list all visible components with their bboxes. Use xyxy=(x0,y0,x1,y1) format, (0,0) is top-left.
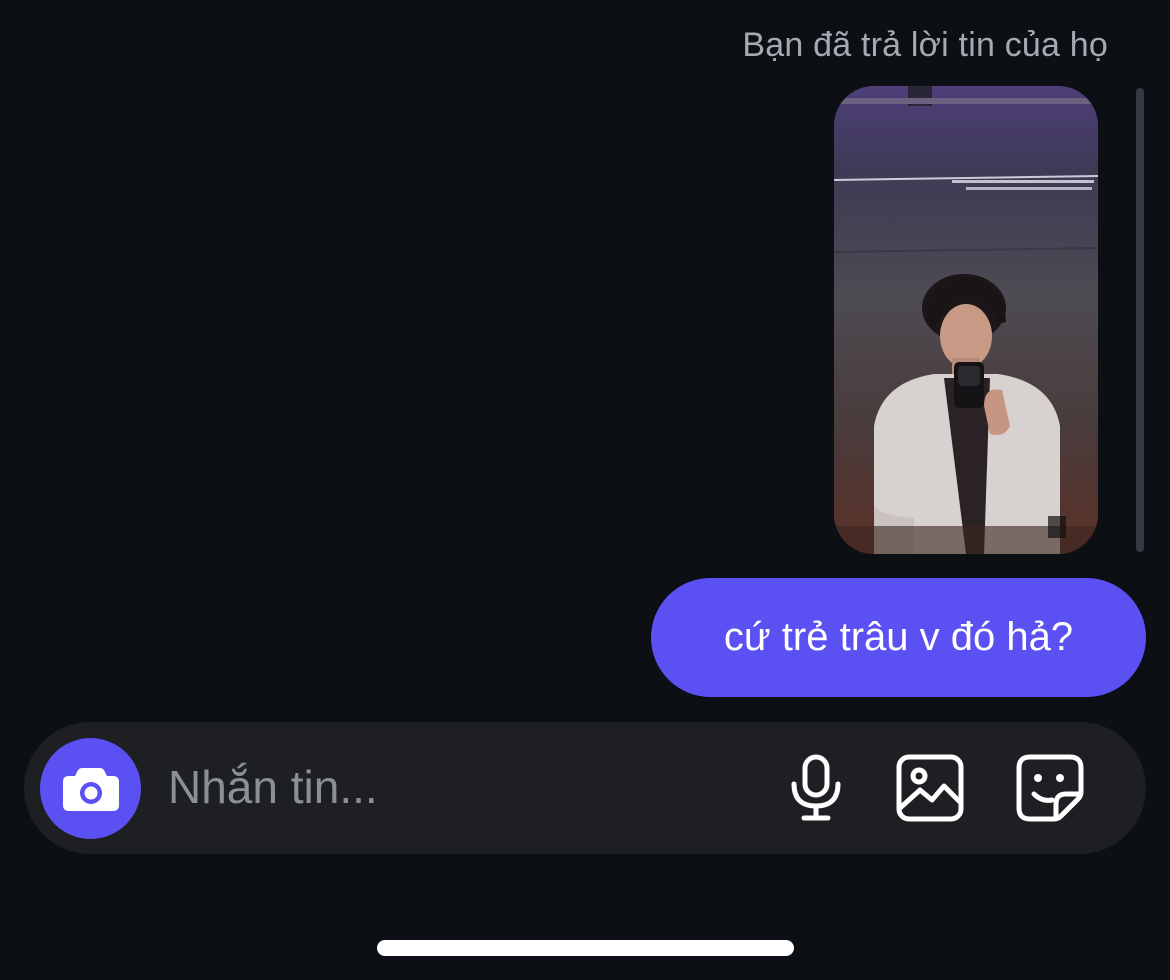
sticker-icon xyxy=(1016,754,1084,822)
replied-story-thumbnail[interactable] xyxy=(834,86,1098,554)
message-text: cứ trẻ trâu v đó hả? xyxy=(723,615,1074,659)
reply-status-label: Bạn đã trả lời tin của họ xyxy=(742,26,1108,64)
story-photo xyxy=(834,86,1098,554)
message-composer xyxy=(24,722,1146,854)
message-input[interactable] xyxy=(168,754,728,820)
sticker-button[interactable] xyxy=(1014,752,1086,824)
voice-message-button[interactable] xyxy=(780,752,852,824)
microphone-icon xyxy=(791,754,841,821)
scrollbar[interactable] xyxy=(1136,88,1144,552)
image-icon xyxy=(896,754,964,822)
camera-icon xyxy=(62,767,119,811)
home-indicator[interactable] xyxy=(377,940,794,956)
camera-button[interactable] xyxy=(40,738,141,839)
gallery-button[interactable] xyxy=(894,752,966,824)
sent-message-bubble[interactable]: cứ trẻ trâu v đó hả? xyxy=(651,578,1146,697)
